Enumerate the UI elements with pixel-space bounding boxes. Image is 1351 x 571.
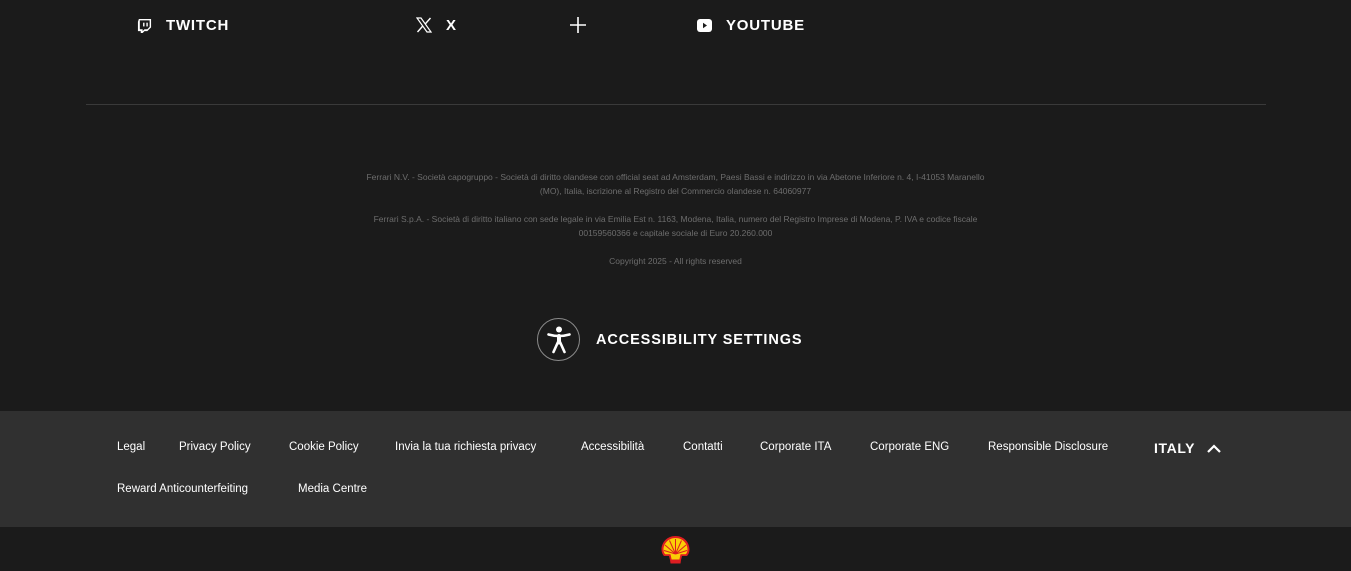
social-links-row: TWITCH X YOUTUBE [0, 0, 1351, 52]
media-centre-link[interactable]: Media Centre [298, 483, 367, 495]
x-link[interactable]: X [416, 14, 457, 36]
legal-ferrari-nv: Ferrari N.V. - Società capogruppo - Soci… [366, 172, 985, 196]
corporate-ita-link[interactable]: Corporate ITA [760, 441, 831, 453]
accessibility-settings-button[interactable]: ACCESSIBILITY SETTINGS [537, 318, 802, 361]
reward-anticounterfeiting-link[interactable]: Reward Anticounterfeiting [117, 483, 248, 495]
twitch-icon [137, 18, 152, 33]
country-label: ITALY [1154, 440, 1196, 456]
footer-links-bar [0, 411, 1351, 527]
cookie-policy-link[interactable]: Cookie Policy [289, 441, 359, 453]
youtube-icon [697, 18, 712, 32]
youtube-label: YOUTUBE [726, 16, 805, 34]
chevron-up-icon [1207, 443, 1221, 453]
legal-ferrari-spa: Ferrari S.p.A. - Società di diritto ital… [373, 214, 978, 238]
youtube-link[interactable]: YOUTUBE [697, 14, 805, 36]
x-label: X [446, 16, 457, 34]
legal-notice: Ferrari N.V. - Società capogruppo - Soci… [0, 170, 1351, 282]
responsible-disclosure-link[interactable]: Responsible Disclosure [988, 441, 1108, 453]
shell-logo-icon [661, 536, 690, 564]
shell-logo[interactable] [660, 535, 691, 570]
corporate-eng-link[interactable]: Corporate ENG [870, 441, 949, 453]
accessibility-settings-label: ACCESSIBILITY SETTINGS [596, 331, 803, 348]
twitch-link[interactable]: TWITCH [137, 14, 229, 36]
twitch-label: TWITCH [166, 16, 230, 34]
country-selector[interactable]: ITALY [1154, 440, 1221, 456]
plus-icon [570, 17, 586, 33]
privacy-request-link[interactable]: Invia la tua richiesta privacy [395, 441, 536, 453]
accessibility-icon-circle [537, 318, 580, 361]
accessibilita-link[interactable]: Accessibilità [581, 441, 644, 453]
footer-divider [86, 104, 1266, 105]
contatti-link[interactable]: Contatti [683, 441, 723, 453]
x-icon [416, 17, 432, 33]
copyright: Copyright 2025 - All rights reserved [609, 256, 742, 266]
legal-link[interactable]: Legal [117, 441, 145, 453]
privacy-policy-link[interactable]: Privacy Policy [179, 441, 251, 453]
more-social-button[interactable] [570, 14, 586, 36]
accessibility-person-icon [546, 326, 571, 353]
